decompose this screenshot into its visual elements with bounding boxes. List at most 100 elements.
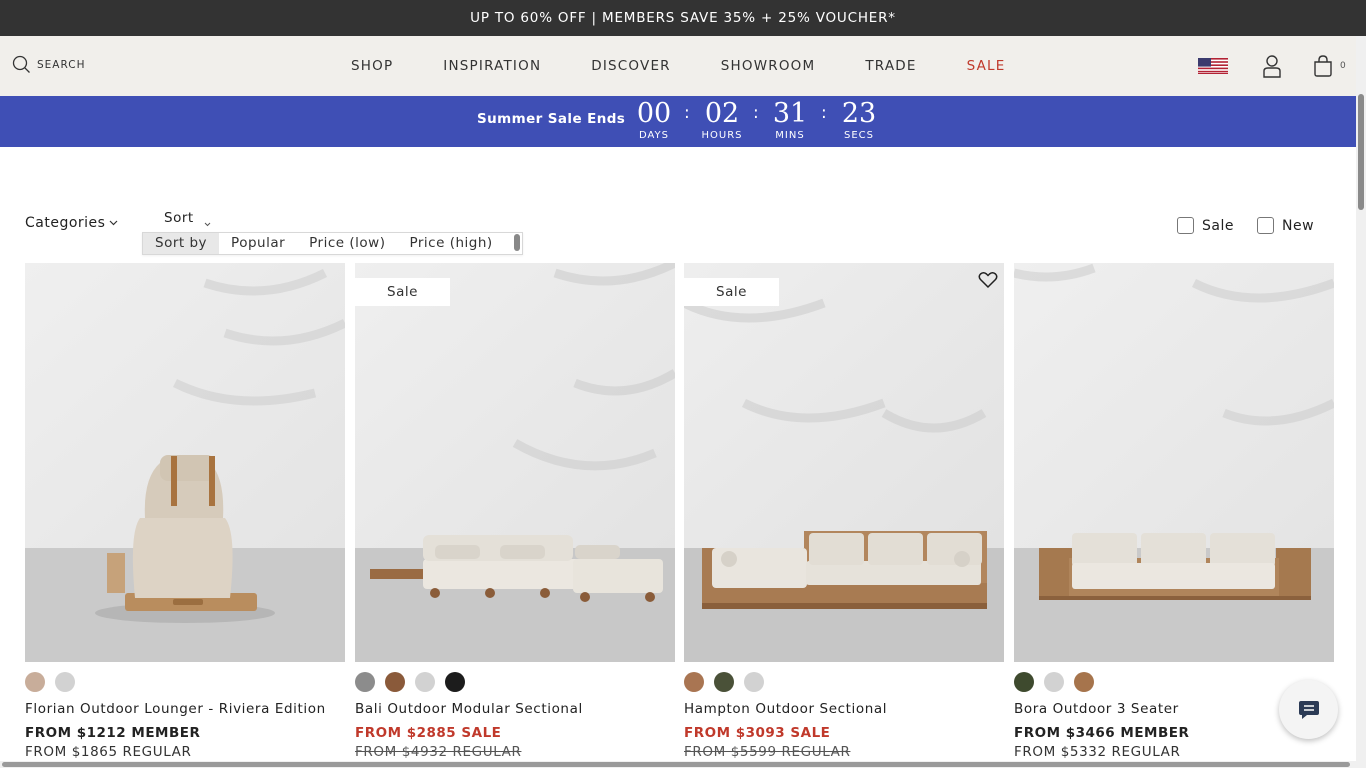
member-price: FROM $1212 MEMBER bbox=[25, 725, 201, 741]
sort-option-popular[interactable]: Popular bbox=[219, 233, 297, 254]
product-name[interactable]: Bora Outdoor 3 Seater bbox=[1014, 701, 1179, 717]
sort-option-price-high[interactable]: Price (high) bbox=[397, 233, 504, 254]
bora-sofa-image bbox=[1014, 263, 1334, 662]
countdown-secs: 23 SECS bbox=[834, 98, 884, 142]
sort-scrollbar[interactable] bbox=[514, 234, 520, 251]
product-card: Sale Bali Outdoor Modular Sectional FROM… bbox=[355, 263, 675, 768]
product-image[interactable] bbox=[25, 263, 345, 662]
main-nav: SHOP INSPIRATION DISCOVER SHOWROOM TRADE… bbox=[326, 36, 1031, 96]
horizontal-scrollbar-thumb[interactable] bbox=[2, 762, 1350, 767]
sale-filter-checkbox[interactable]: Sale bbox=[1177, 217, 1234, 234]
promo-banner[interactable]: UP TO 60% OFF | MEMBERS SAVE 35% + 25% V… bbox=[0, 0, 1366, 36]
color-swatch[interactable] bbox=[1044, 672, 1064, 692]
countdown-value: 02 bbox=[704, 98, 740, 129]
nav-trade[interactable]: TRADE bbox=[840, 58, 941, 74]
chat-icon bbox=[1298, 700, 1319, 719]
countdown-separator: : bbox=[684, 103, 690, 123]
color-swatch[interactable] bbox=[55, 672, 75, 692]
sort-label: Sort bbox=[164, 210, 194, 226]
nav-shop[interactable]: SHOP bbox=[326, 58, 418, 74]
sort-select[interactable]: Sort by Popular Price (low) Price (high) bbox=[142, 232, 523, 255]
color-swatch[interactable] bbox=[1014, 672, 1034, 692]
chevron-down-icon bbox=[110, 220, 118, 226]
product-card: Florian Outdoor Lounger - Riviera Editio… bbox=[25, 263, 345, 768]
country-selector[interactable] bbox=[1198, 36, 1228, 96]
us-flag-icon bbox=[1198, 58, 1228, 74]
product-image[interactable] bbox=[1014, 263, 1334, 662]
regular-price: FROM $1865 REGULAR bbox=[25, 744, 192, 760]
color-swatches bbox=[25, 672, 75, 692]
site-header: SEARCH SHOP INSPIRATION DISCOVER SHOWROO… bbox=[0, 36, 1356, 96]
categories-label: Categories bbox=[25, 215, 106, 231]
color-swatch[interactable] bbox=[714, 672, 734, 692]
product-name[interactable]: Florian Outdoor Lounger - Riviera Editio… bbox=[25, 701, 326, 717]
cart-icon bbox=[1314, 55, 1332, 77]
countdown-separator: : bbox=[753, 103, 759, 123]
cart-button[interactable]: 0 bbox=[1313, 36, 1346, 96]
regular-price: FROM $5332 REGULAR bbox=[1014, 744, 1181, 760]
color-swatch[interactable] bbox=[1074, 672, 1094, 692]
color-swatch[interactable] bbox=[385, 672, 405, 692]
color-swatches bbox=[1014, 672, 1094, 692]
product-image[interactable]: Sale bbox=[684, 263, 1004, 662]
account-icon bbox=[1263, 55, 1281, 78]
promo-text: UP TO 60% OFF | MEMBERS SAVE 35% + 25% V… bbox=[470, 10, 896, 26]
countdown-label: Summer Sale Ends bbox=[477, 111, 626, 127]
color-swatch[interactable] bbox=[25, 672, 45, 692]
cart-count: 0 bbox=[1340, 61, 1346, 71]
checkbox-box[interactable] bbox=[1177, 217, 1194, 234]
nav-inspiration[interactable]: INSPIRATION bbox=[418, 58, 566, 74]
checkbox-box[interactable] bbox=[1257, 217, 1274, 234]
nav-sale[interactable]: SALE bbox=[942, 58, 1031, 74]
countdown-value: 00 bbox=[636, 98, 672, 129]
countdown-caption: DAYS bbox=[638, 130, 670, 141]
product-name[interactable]: Hampton Outdoor Sectional bbox=[684, 701, 887, 717]
categories-dropdown[interactable]: Categories bbox=[25, 215, 118, 231]
color-swatches bbox=[355, 672, 465, 692]
color-swatch[interactable] bbox=[415, 672, 435, 692]
countdown-value: 31 bbox=[772, 98, 808, 129]
sale-badge: Sale bbox=[684, 278, 779, 306]
sort-option-price-low[interactable]: Price (low) bbox=[297, 233, 397, 254]
product-name[interactable]: Bali Outdoor Modular Sectional bbox=[355, 701, 583, 717]
sort-option-default[interactable]: Sort by bbox=[143, 233, 220, 254]
countdown-days: 00 DAYS bbox=[629, 98, 679, 142]
sale-filter-label: Sale bbox=[1202, 217, 1234, 234]
product-image[interactable]: Sale bbox=[355, 263, 675, 662]
lounger-image bbox=[25, 263, 345, 662]
color-swatch[interactable] bbox=[355, 672, 375, 692]
sale-price: FROM $3093 SALE bbox=[684, 725, 831, 741]
vertical-scrollbar-thumb[interactable] bbox=[1358, 94, 1364, 210]
nav-showroom[interactable]: SHOWROOM bbox=[696, 58, 841, 74]
countdown-caption: MINS bbox=[775, 130, 805, 141]
member-price: FROM $3466 MEMBER bbox=[1014, 725, 1190, 741]
countdown-mins: 31 MINS bbox=[765, 98, 815, 142]
search-button[interactable]: SEARCH bbox=[12, 55, 85, 74]
chevron-down-icon bbox=[204, 222, 211, 227]
product-card: Sale Hampton Outdoor Sectional FROM $309… bbox=[684, 263, 1004, 768]
color-swatch[interactable] bbox=[684, 672, 704, 692]
account-button[interactable] bbox=[1262, 36, 1282, 96]
regular-price: FROM $4932 REGULAR bbox=[355, 744, 522, 760]
heart-icon[interactable] bbox=[978, 271, 998, 289]
countdown-value: 23 bbox=[841, 98, 877, 129]
countdown-caption: SECS bbox=[844, 130, 874, 141]
countdown-separator: : bbox=[821, 103, 827, 123]
countdown-caption: HOURS bbox=[701, 130, 743, 141]
search-label: SEARCH bbox=[37, 58, 86, 71]
new-filter-label: New bbox=[1282, 217, 1315, 234]
search-icon bbox=[12, 55, 30, 73]
chat-button[interactable] bbox=[1279, 680, 1338, 739]
color-swatch[interactable] bbox=[445, 672, 465, 692]
hampton-sectional-image bbox=[684, 263, 1004, 662]
sale-price: FROM $2885 SALE bbox=[355, 725, 502, 741]
new-filter-checkbox[interactable]: New bbox=[1257, 217, 1314, 234]
nav-discover[interactable]: DISCOVER bbox=[566, 58, 696, 74]
sale-countdown: Summer Sale Ends 00 DAYS : 02 HOURS : 31… bbox=[0, 96, 1356, 147]
regular-price: FROM $5599 REGULAR bbox=[684, 744, 851, 760]
color-swatches bbox=[684, 672, 764, 692]
sectional-image bbox=[355, 263, 675, 662]
countdown-hours: 02 HOURS bbox=[697, 98, 747, 142]
filter-bar: Categories Sort Sort by Popular Price (l… bbox=[0, 200, 1356, 260]
color-swatch[interactable] bbox=[744, 672, 764, 692]
